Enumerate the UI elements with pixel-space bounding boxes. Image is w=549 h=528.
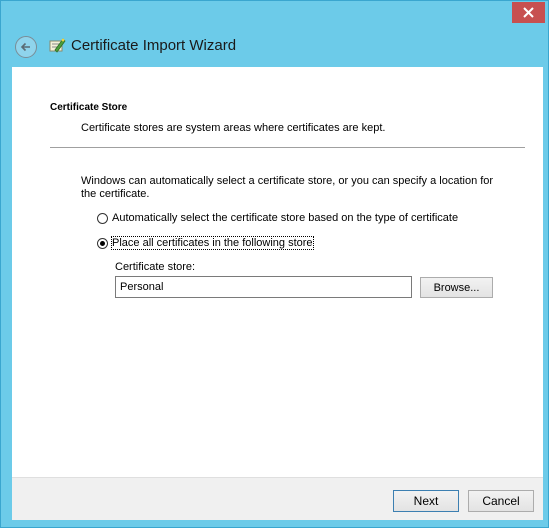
section-description: Certificate stores are system areas wher…: [81, 122, 386, 134]
footer-bar: [12, 477, 543, 520]
close-icon: [523, 7, 534, 18]
wizard-window: Certificate Import Wizard Certificate St…: [0, 0, 549, 528]
back-arrow-icon: [20, 42, 30, 52]
certificate-store-field[interactable]: Personal: [115, 276, 412, 298]
certificate-wizard-icon: [49, 38, 66, 53]
store-label: Certificate store:: [115, 261, 196, 273]
intro-text: Windows can automatically select a certi…: [81, 175, 494, 200]
place-in-store-radio[interactable]: [97, 237, 108, 249]
window-title: Certificate Import Wizard: [71, 37, 237, 54]
auto-select-radio[interactable]: [97, 212, 108, 224]
section-title: Certificate Store: [50, 102, 128, 113]
auto-select-label: Automatically select the certificate sto…: [112, 212, 459, 224]
browse-button[interactable]: Browse...: [420, 277, 493, 298]
cancel-button[interactable]: Cancel: [468, 490, 534, 512]
next-button[interactable]: Next: [393, 490, 459, 512]
close-button[interactable]: [512, 2, 545, 23]
auto-select-option[interactable]: Automatically select the certificate sto…: [97, 212, 458, 224]
back-button[interactable]: [15, 36, 37, 58]
divider: [50, 147, 525, 148]
place-in-store-option[interactable]: Place all certificates in the following …: [97, 236, 314, 250]
place-in-store-label: Place all certificates in the following …: [111, 236, 314, 250]
